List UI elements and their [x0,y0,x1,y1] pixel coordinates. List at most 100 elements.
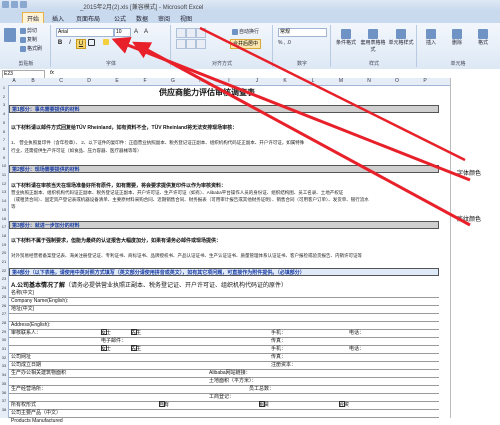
form-row-products-en[interactable]: Products Manufactured [9,417,439,425]
grow-font-button[interactable]: A [132,28,140,36]
row-header-38[interactable]: 38 [0,407,8,412]
copy-button[interactable]: 复制 [20,36,37,43]
row-header-4[interactable]: 4 [0,111,8,116]
column-header-n[interactable]: N [355,78,383,84]
row-header-3[interactable]: 3 [0,102,8,107]
undo-icon[interactable] [11,1,18,8]
section-3-note: 以下材料不属于强制要求，但能为最终的认证报告大幅度加分，如果有请务必邮件或现场提… [11,238,222,244]
row-header-26[interactable]: 26 [0,303,8,308]
row-header-37[interactable]: 37 [0,398,8,403]
row-header-9[interactable]: 9 [0,155,8,160]
column-header-d[interactable]: D [75,78,103,84]
row-header-16[interactable]: 16 [0,216,8,221]
section-1-text-2: 行业，还需提供生产许可证（如食品、压力容器、医疗器械等等） [11,148,142,153]
currency-button[interactable]: % , .0 [278,40,291,46]
worksheet[interactable]: 供应商能力评估审核调查表 第1部分：事先需要提供的材料 以下材料请以邮件方式回复… [9,85,450,424]
column-header-f[interactable]: F [131,78,159,84]
bold-button[interactable]: B [56,39,64,47]
row-header-23[interactable]: 23 [0,276,8,281]
row-header-24[interactable]: 24 [0,285,8,290]
align-left-button[interactable] [176,39,186,49]
font-color-button[interactable]: A [116,39,124,47]
redo-icon[interactable] [20,1,27,8]
column-header-g[interactable]: G [159,78,187,84]
column-header-h[interactable]: H [187,78,215,84]
italic-button[interactable]: I [66,39,74,47]
column-header-c[interactable]: C [47,78,75,84]
save-icon[interactable] [2,1,9,8]
column-header-e[interactable]: E [103,78,131,84]
cell-styles-button[interactable]: 单元格样式 [388,29,414,46]
column-header-i[interactable]: I [215,78,243,84]
cell-styles-icon [396,29,406,39]
row-header-35[interactable]: 35 [0,381,8,386]
format-cells-button[interactable]: 格式 [472,29,494,46]
row-header-1[interactable]: 1 [0,85,8,90]
align-top-button[interactable] [176,28,186,38]
font-color-annotation: 字体颜色 [457,171,482,177]
column-header-b[interactable]: B [19,78,47,84]
fx-icon[interactable]: fx [50,70,54,76]
row-header-11[interactable]: 11 [0,172,8,177]
paste-button[interactable] [4,28,17,42]
column-header-k[interactable]: K [271,78,299,84]
align-middle-button[interactable] [186,28,196,38]
column-header-o[interactable]: O [383,78,411,84]
row-header-36[interactable]: 36 [0,390,8,395]
border-button[interactable] [88,39,96,47]
quick-access-toolbar[interactable] [2,1,62,10]
align-center-button[interactable] [186,39,196,49]
align-bottom-button[interactable] [196,28,206,38]
number-format-select[interactable]: 常规 [278,28,327,37]
row-header-8[interactable]: 8 [0,146,8,151]
font-size-select[interactable]: 10 [114,28,131,37]
row-header-18[interactable]: 18 [0,233,8,238]
row-header-22[interactable]: 22 [0,268,8,273]
row-header-34[interactable]: 34 [0,372,8,377]
row-header-33[interactable]: 33 [0,363,8,368]
row-headers: 1 2 3 4 5 6 7 8 9 10 11 12 13 14 15 16 17 18 19 20 21 22 23 24 2… [0,85,9,418]
column-header-l[interactable]: L [299,78,327,84]
column-header-m[interactable]: M [327,78,355,84]
merge-center-button[interactable]: 合并后居中 [230,39,262,49]
row-header-21[interactable]: 21 [0,259,8,264]
row-header-29[interactable]: 29 [0,329,8,334]
align-right-button[interactable] [196,39,206,49]
row-header-25[interactable]: 25 [0,294,8,299]
column-header-a[interactable]: A [9,78,19,84]
conditional-format-button[interactable]: 条件格式 [334,29,358,46]
row-header-6[interactable]: 6 [0,129,8,134]
font-name-select[interactable]: Arial [56,28,114,37]
row-header-2[interactable]: 2 [0,94,8,99]
own-label: 自有 [159,402,170,408]
row-header-5[interactable]: 5 [0,120,8,125]
row-header-31[interactable]: 31 [0,346,8,351]
row-header-12[interactable]: 12 [0,181,8,186]
delete-cells-button[interactable]: 删除 [446,29,468,46]
row-header-19[interactable]: 19 [0,242,8,247]
label-website: 公司网址 [11,354,32,360]
insert-cells-button[interactable]: 插入 [420,29,442,46]
row-header-15[interactable]: 15 [0,207,8,212]
row-header-14[interactable]: 14 [0,198,8,203]
row-header-32[interactable]: 32 [0,355,8,360]
format-as-table-button[interactable]: 套用表格格式 [360,29,386,53]
underline-button[interactable]: U [76,39,86,49]
fill-color-button[interactable] [102,39,110,47]
row-header-17[interactable]: 17 [0,224,8,229]
row-header-10[interactable]: 10 [0,163,8,168]
conditional-format-label: 条件格式 [335,40,356,46]
column-header-j[interactable]: J [243,78,271,84]
row-header-13[interactable]: 13 [0,189,8,194]
cut-button[interactable]: 剪切 [20,27,37,34]
delete-icon [452,29,462,39]
format-painter-button[interactable]: 格式刷 [20,45,42,52]
shrink-font-button[interactable]: A [142,28,150,36]
wrap-text-button[interactable]: 自动换行 [232,28,259,35]
row-header-28[interactable]: 28 [0,320,8,325]
row-header-20[interactable]: 20 [0,250,8,255]
row-header-30[interactable]: 30 [0,337,8,342]
column-header-p[interactable]: P [411,78,439,84]
row-header-7[interactable]: 7 [0,137,8,142]
row-header-27[interactable]: 27 [0,311,8,316]
